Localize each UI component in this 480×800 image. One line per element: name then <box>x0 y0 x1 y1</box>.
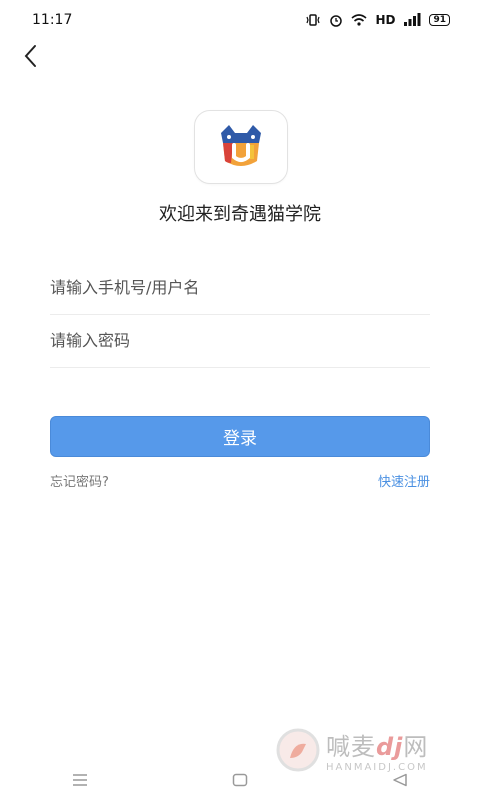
register-link[interactable]: 快速注册 <box>378 471 430 490</box>
watermark-title: 喊麦dj网 <box>326 727 428 762</box>
system-nav-bar <box>0 760 480 800</box>
status-icons: HD 91 <box>305 13 450 27</box>
watermark-prefix: 喊麦 <box>326 733 376 761</box>
phone-field <box>50 261 430 315</box>
signal-icon <box>404 13 421 26</box>
welcome-title: 欢迎来到奇遇猫学院 <box>159 204 321 225</box>
wifi-icon <box>351 14 367 26</box>
alarm-icon <box>330 15 343 27</box>
password-input[interactable] <box>50 314 430 367</box>
menu-icon <box>73 774 87 786</box>
watermark-suffix: 网 <box>403 733 429 761</box>
nav-home-button[interactable] <box>220 765 260 795</box>
status-bar: 11:17 HD 91 <box>0 0 480 40</box>
watermark-dj: dj <box>376 733 404 761</box>
app-logo <box>194 110 288 184</box>
back-triangle-icon <box>393 773 407 787</box>
battery-indicator: 91 <box>429 14 450 26</box>
forgot-password-link[interactable]: 忘记密码? <box>50 471 109 490</box>
network-type: HD <box>375 13 396 27</box>
nav-back-button[interactable] <box>380 765 420 795</box>
phone-input[interactable] <box>50 261 430 314</box>
cat-logo-icon <box>221 125 261 166</box>
vibrate-icon <box>306 14 321 26</box>
password-field <box>50 314 430 368</box>
login-button[interactable]: 登录 <box>50 416 430 457</box>
chevron-left-icon <box>24 45 36 67</box>
back-button[interactable] <box>14 40 46 72</box>
home-square-icon <box>232 773 248 787</box>
nav-menu-button[interactable] <box>60 765 100 795</box>
status-time: 11:17 <box>32 12 73 28</box>
